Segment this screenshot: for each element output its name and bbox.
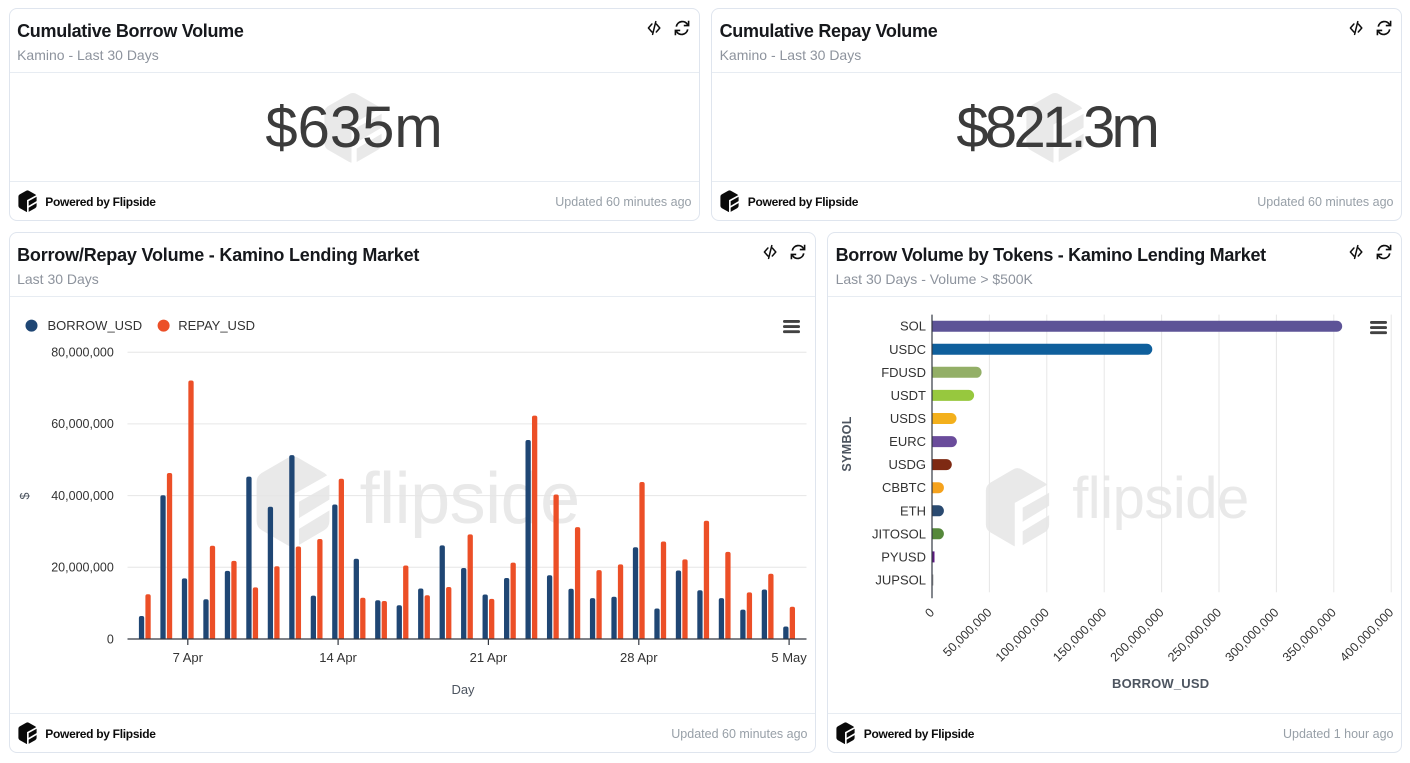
svg-text:JUPSOL: JUPSOL xyxy=(875,573,926,588)
svg-text:250,000,000: 250,000,000 xyxy=(1165,605,1224,664)
svg-text:350,000,000: 350,000,000 xyxy=(1280,605,1339,664)
svg-text:5 May: 5 May xyxy=(771,650,807,665)
svg-text:USDS: USDS xyxy=(890,411,926,426)
svg-text:EURC: EURC xyxy=(889,434,926,449)
svg-text:ETH: ETH xyxy=(900,503,926,518)
svg-text:50,000,000: 50,000,000 xyxy=(940,605,994,659)
svg-text:200,000,000: 200,000,000 xyxy=(1108,605,1167,664)
svg-text:80,000,000: 80,000,000 xyxy=(51,346,114,360)
svg-text:0: 0 xyxy=(106,632,113,646)
svg-text:14 Apr: 14 Apr xyxy=(319,650,357,665)
svg-text:300,000,000: 300,000,000 xyxy=(1222,605,1281,664)
svg-text:SYMBOL: SYMBOL xyxy=(840,416,854,471)
svg-text:0: 0 xyxy=(922,605,937,620)
svg-text:REPAY_USD: REPAY_USD xyxy=(178,318,255,333)
svg-text:60,000,000: 60,000,000 xyxy=(51,417,114,431)
svg-text:FDUSD: FDUSD xyxy=(881,365,926,380)
svg-text:CBBTC: CBBTC xyxy=(882,480,926,495)
svg-text:Day: Day xyxy=(451,682,475,697)
svg-text:$: $ xyxy=(18,492,32,499)
svg-text:SOL: SOL xyxy=(900,319,926,334)
svg-text:21 Apr: 21 Apr xyxy=(469,650,507,665)
svg-text:USDG: USDG xyxy=(888,457,926,472)
svg-text:JITOSOL: JITOSOL xyxy=(872,526,926,541)
svg-text:BORROW_USD: BORROW_USD xyxy=(1112,676,1209,691)
svg-text:BORROW_USD: BORROW_USD xyxy=(47,318,142,333)
svg-text:40,000,000: 40,000,000 xyxy=(51,489,114,503)
svg-text:USDC: USDC xyxy=(889,342,926,357)
svg-text:28 Apr: 28 Apr xyxy=(620,650,658,665)
svg-text:USDT: USDT xyxy=(891,388,926,403)
svg-text:PYUSD: PYUSD xyxy=(881,549,926,564)
svg-text:100,000,000: 100,000,000 xyxy=(993,605,1052,664)
svg-text:400,000,000: 400,000,000 xyxy=(1337,605,1396,664)
svg-text:20,000,000: 20,000,000 xyxy=(51,561,114,575)
svg-text:150,000,000: 150,000,000 xyxy=(1050,605,1109,664)
svg-text:7 Apr: 7 Apr xyxy=(172,650,203,665)
